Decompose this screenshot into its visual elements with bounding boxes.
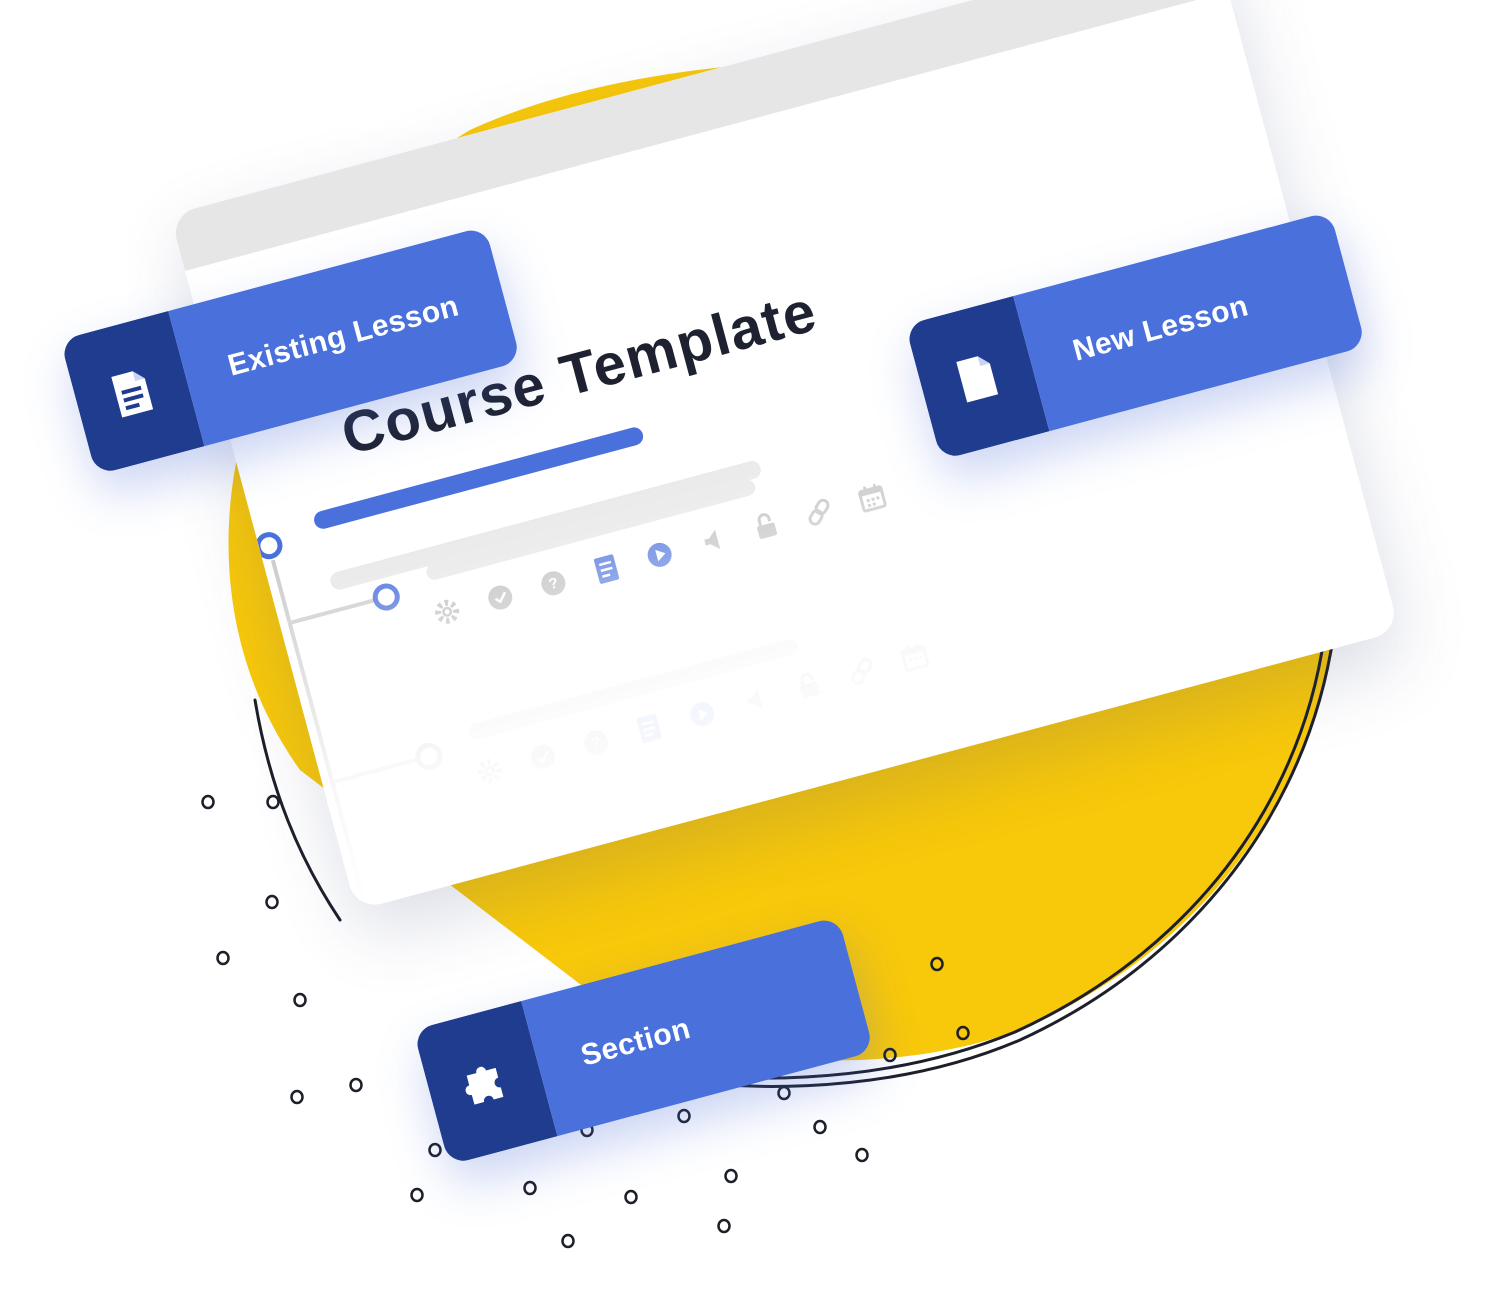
lesson-node — [415, 742, 443, 770]
link-icon[interactable] — [851, 658, 873, 686]
document-lines-icon[interactable] — [636, 713, 662, 744]
check-circle-icon[interactable] — [528, 742, 557, 771]
lesson-row-1[interactable]: ? — [284, 447, 887, 665]
gear-icon[interactable] — [477, 759, 502, 784]
question-circle-icon[interactable]: ? — [539, 569, 568, 598]
calendar-icon[interactable] — [858, 483, 887, 513]
speaker-icon[interactable] — [745, 689, 763, 712]
calendar-icon[interactable] — [900, 642, 930, 672]
lesson-title-bar — [469, 639, 799, 740]
play-circle-icon[interactable] — [645, 540, 674, 569]
document-lines-icon[interactable] — [593, 554, 620, 584]
speaker-icon[interactable] — [702, 529, 721, 553]
lock-icon[interactable] — [797, 672, 820, 699]
gear-icon[interactable] — [435, 599, 460, 624]
check-circle-icon[interactable] — [486, 583, 515, 612]
section-subtitle-bar — [330, 461, 761, 590]
lesson-title-bar — [426, 479, 756, 580]
lock-icon[interactable] — [754, 512, 777, 539]
question-circle-icon[interactable]: ? — [581, 728, 610, 757]
link-icon[interactable] — [808, 498, 830, 526]
play-circle-icon[interactable] — [688, 700, 717, 729]
lesson-node — [372, 583, 400, 611]
